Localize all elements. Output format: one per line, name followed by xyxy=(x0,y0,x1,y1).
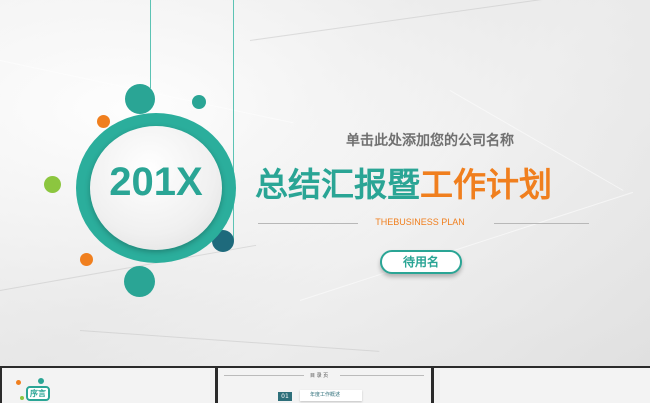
title-part-orange: 工作计划 xyxy=(420,165,552,204)
dot-teal-small xyxy=(192,95,206,109)
slide-title[interactable]: 总结汇报暨工作计划 xyxy=(255,158,595,206)
name-button[interactable]: 待用名 xyxy=(380,250,462,274)
toc-item: 年度工作概述 xyxy=(300,390,362,401)
subtitle-line-right xyxy=(494,223,589,224)
company-name[interactable]: 单击此处添加您的公司名称 xyxy=(320,130,540,150)
year-text: 201X xyxy=(109,160,203,204)
dot-teal-bottom xyxy=(124,266,155,297)
slide-canvas: 201X 单击此处添加您的公司名称 总结汇报暨工作计划 THEBUSINESS … xyxy=(0,0,650,366)
thumbnail-strip: 序言 目 录 页 01 年度工作概述 xyxy=(0,366,650,403)
title-part-teal: 总结汇报暨 xyxy=(255,165,420,204)
toc-title: 目 录 页 xyxy=(310,373,329,379)
thumbnail-2[interactable]: 目 录 页 01 年度工作概述 xyxy=(218,368,431,403)
thumbnail-3[interactable] xyxy=(434,368,650,403)
business-plan-subtitle: THEBUSINESS PLAN xyxy=(375,217,465,227)
thumbnail-1[interactable]: 序言 xyxy=(2,368,215,403)
dot-green xyxy=(44,176,61,193)
dot-orange-top xyxy=(97,115,110,128)
vertical-line-left xyxy=(150,0,151,88)
preface-label: 序言 xyxy=(26,386,50,401)
toc-number: 01 xyxy=(278,392,292,401)
dot-orange-bottom xyxy=(80,253,93,266)
dot-teal-large xyxy=(125,84,155,114)
subtitle-line-left xyxy=(258,223,358,224)
